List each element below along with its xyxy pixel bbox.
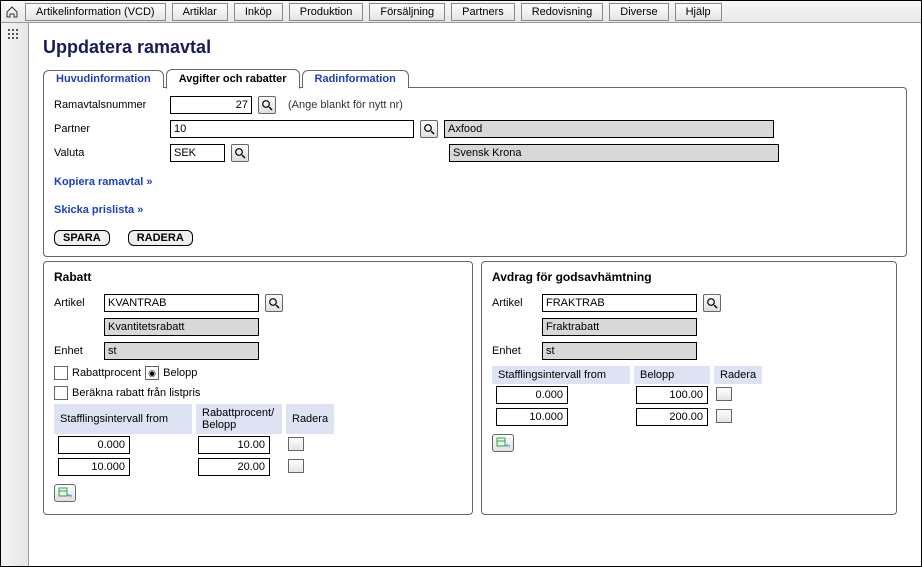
menu-diverse[interactable]: Diverse: [609, 3, 668, 21]
avdrag-del-0[interactable]: [716, 387, 732, 401]
menu-bar: Artikelinformation (VCD) Artiklar Inköp …: [1, 1, 921, 23]
menu-partners[interactable]: Partners: [451, 3, 515, 21]
rabatt-artikel-label: Artikel: [54, 297, 98, 309]
svg-text:+c: +c: [505, 443, 510, 449]
avdrag-panel: Avdrag för godsavhämtning Artikel Enhet: [481, 261, 897, 515]
avdrag-val-1[interactable]: [636, 408, 708, 426]
avdrag-enhet-value: [542, 342, 697, 360]
avdrag-enhet-label: Enhet: [492, 345, 536, 357]
menu-artiklar[interactable]: Artiklar: [172, 3, 228, 21]
radio-belopp[interactable]: ◉: [145, 366, 159, 380]
rabatt-del-1[interactable]: [288, 459, 304, 473]
avdrag-from-0[interactable]: [496, 386, 568, 404]
radio-belopp-label: Belopp: [163, 367, 197, 379]
tab-strip: Huvudinformation Avgifter och rabatter R…: [43, 68, 907, 88]
rabatt-col-val: Rabattprocent/ Belopp: [194, 404, 284, 434]
app-window: Artikelinformation (VCD) Artiklar Inköp …: [0, 0, 922, 567]
avdrag-artikel-desc: [542, 318, 697, 336]
rabatt-enhet-value: [104, 342, 259, 360]
rabatt-from-1[interactable]: [58, 458, 130, 476]
tab-radinfo[interactable]: Radinformation: [302, 70, 409, 88]
partner-input[interactable]: [170, 120, 414, 138]
menu-inkop[interactable]: Inköp: [234, 3, 283, 21]
avdrag-title: Avdrag för godsavhämtning: [492, 270, 886, 284]
avdrag-col-val: Belopp: [632, 366, 712, 384]
rabatt-artikel-desc: [104, 318, 259, 336]
avdrag-val-0[interactable]: [636, 386, 708, 404]
avdrag-col-del: Radera: [712, 366, 764, 384]
radera-button[interactable]: RADERA: [128, 230, 193, 246]
home-icon[interactable]: [5, 5, 19, 19]
ramavtal-label: Ramavtalsnummer: [54, 99, 164, 111]
rabatt-enhet-label: Enhet: [54, 345, 98, 357]
tab-avgifter[interactable]: Avgifter och rabatter: [166, 69, 300, 89]
svg-text:+c: +c: [67, 493, 72, 499]
rabatt-title: Rabatt: [54, 270, 462, 284]
ramavtal-lookup[interactable]: [258, 96, 276, 114]
avdrag-del-1[interactable]: [716, 409, 732, 423]
content-area: Uppdatera ramavtal Huvudinformation Avgi…: [29, 23, 921, 566]
link-kopiera[interactable]: Kopiera ramavtal »: [54, 176, 152, 188]
avdrag-add-row[interactable]: +c: [492, 434, 514, 452]
grip-icon[interactable]: [8, 29, 22, 43]
ramavtal-hint: (Ange blankt för nytt nr): [288, 99, 403, 111]
rabatt-col-del: Radera: [284, 404, 336, 434]
avdrag-col-from: Stafflingsintervall from: [492, 366, 632, 384]
spara-button[interactable]: SPARA: [54, 230, 110, 246]
rabatt-val-1[interactable]: [198, 458, 270, 476]
table-row: [54, 456, 336, 478]
menu-hjalp[interactable]: Hjälp: [675, 3, 722, 21]
menu-redovisning[interactable]: Redovisning: [521, 3, 604, 21]
menu-forsaljning[interactable]: Försäljning: [369, 3, 445, 21]
rabatt-from-0[interactable]: [58, 436, 130, 454]
menu-artikelinfo[interactable]: Artikelinformation (VCD): [25, 3, 166, 21]
partner-label: Partner: [54, 123, 164, 135]
partner-lookup[interactable]: [420, 120, 438, 138]
rabatt-del-0[interactable]: [288, 437, 304, 451]
table-row: [54, 434, 336, 456]
rabatt-val-0[interactable]: [198, 436, 270, 454]
radio-rabattprocent[interactable]: [54, 366, 68, 380]
rabatt-col-from: Stafflingsintervall from: [54, 404, 194, 434]
rabatt-artikel-input[interactable]: [104, 294, 259, 312]
ramavtal-input[interactable]: [170, 96, 252, 114]
menu-produktion[interactable]: Produktion: [289, 3, 364, 21]
check-berakna[interactable]: [54, 386, 68, 400]
avdrag-artikel-input[interactable]: [542, 294, 697, 312]
table-row: [492, 384, 764, 406]
rabatt-panel: Rabatt Artikel Enhet: [43, 261, 473, 515]
link-skicka[interactable]: Skicka prislista »: [54, 204, 143, 216]
sidebar-gutter: [1, 23, 29, 566]
valuta-label: Valuta: [54, 147, 164, 159]
partner-name: [444, 120, 774, 138]
valuta-lookup[interactable]: [231, 144, 249, 162]
tab-huvudinfo[interactable]: Huvudinformation: [43, 70, 164, 88]
check-berakna-label: Beräkna rabatt från listpris: [72, 387, 200, 399]
rabatt-add-row[interactable]: +c: [54, 484, 76, 502]
valuta-input[interactable]: [170, 144, 225, 162]
table-row: [492, 406, 764, 428]
radio-rabattprocent-label: Rabattprocent: [72, 367, 141, 379]
avdrag-artikel-lookup[interactable]: [703, 294, 721, 312]
rabatt-artikel-lookup[interactable]: [265, 294, 283, 312]
avdrag-table: Stafflingsintervall from Belopp Radera: [492, 366, 766, 428]
avdrag-artikel-label: Artikel: [492, 297, 536, 309]
valuta-name: [449, 144, 779, 162]
rabatt-table: Stafflingsintervall from Rabattprocent/ …: [54, 404, 338, 478]
avdrag-from-1[interactable]: [496, 408, 568, 426]
page-title: Uppdatera ramavtal: [43, 37, 907, 58]
main-panel: Ramavtalsnummer (Ange blankt för nytt nr…: [43, 87, 907, 257]
